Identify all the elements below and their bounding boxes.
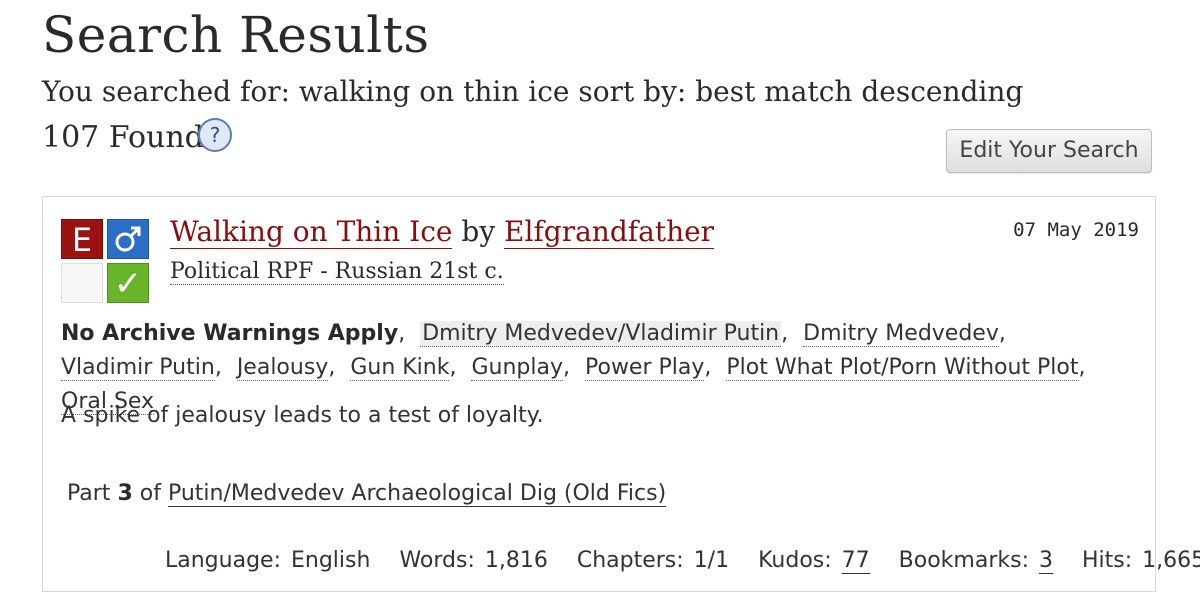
tag-separator: , bbox=[781, 321, 789, 346]
tag-warning[interactable]: No Archive Warnings Apply bbox=[61, 321, 398, 346]
bookmarks-label: Bookmarks: bbox=[898, 548, 1029, 573]
words-value: 1,816 bbox=[484, 548, 548, 573]
chapters-label: Chapters: bbox=[576, 548, 684, 573]
language-value: English bbox=[290, 548, 371, 573]
tag-separator: , bbox=[328, 355, 336, 380]
hits-label: Hits: bbox=[1082, 548, 1133, 573]
language-label: Language: bbox=[165, 548, 281, 573]
date-stamp: 07 May 2019 bbox=[1013, 219, 1139, 241]
chapters-value: 1/1 bbox=[693, 548, 730, 573]
tag-separator: , bbox=[398, 321, 406, 346]
of-label: of bbox=[139, 481, 161, 506]
author-link[interactable]: Elfgrandfather bbox=[504, 215, 715, 249]
tag-separator: , bbox=[449, 355, 457, 380]
tag-separator: , bbox=[998, 321, 1006, 346]
tag-relationship[interactable]: Dmitry Medvedev/Vladimir Putin bbox=[420, 321, 782, 347]
work-summary: A spike of jealousy leads to a test of l… bbox=[61, 403, 544, 428]
kudos-label: Kudos: bbox=[758, 548, 832, 573]
results-count: 107 Found bbox=[42, 120, 204, 155]
series-part-number: 3 bbox=[117, 481, 133, 506]
tag-separator: , bbox=[704, 355, 712, 380]
tag-character[interactable]: Vladimir Putin bbox=[61, 355, 215, 381]
search-summary: You searched for: walking on thin ice so… bbox=[42, 75, 1024, 108]
words-label: Words: bbox=[399, 548, 475, 573]
tag-freeform[interactable]: Jealousy bbox=[236, 355, 329, 381]
tag-freeform[interactable]: Gun Kink bbox=[350, 355, 450, 381]
help-icon[interactable]: ? bbox=[198, 118, 232, 152]
work-heading: Walking on Thin Ice by Elfgrandfather bbox=[170, 215, 715, 249]
fandom-link[interactable]: Political RPF - Russian 21st c. bbox=[170, 259, 504, 285]
stats-row: Language: English Words: 1,816 Chapters: 1/… bbox=[165, 548, 1200, 574]
tag-freeform[interactable]: Gunplay bbox=[471, 355, 563, 381]
bookmarks-link[interactable]: 3 bbox=[1039, 548, 1053, 574]
kudos-link[interactable]: 77 bbox=[841, 548, 870, 574]
male-symbol-glyph bbox=[115, 226, 141, 252]
tag-freeform[interactable]: Power Play bbox=[585, 355, 705, 381]
tag-separator: , bbox=[1078, 355, 1086, 380]
work-blurb: E ✓ Walking on Thin Ice by Elfgrandfathe… bbox=[42, 196, 1200, 592]
tag-separator: , bbox=[563, 355, 570, 380]
rating-explicit-icon[interactable]: E bbox=[61, 219, 103, 259]
part-label: Part bbox=[67, 481, 111, 506]
tag-character[interactable]: Dmitry Medvedev bbox=[803, 321, 999, 347]
blank-warning-icon[interactable] bbox=[61, 263, 103, 303]
tag-separator: , bbox=[214, 355, 222, 380]
series-info: Part 3 of Putin/Medvedev Archaeological … bbox=[67, 481, 667, 507]
hits-value: 1,665 bbox=[1142, 548, 1200, 573]
by-label: by bbox=[461, 215, 496, 248]
tag-freeform[interactable]: Plot What Plot/Porn Without Plot bbox=[726, 355, 1079, 381]
male-symbol-icon[interactable] bbox=[107, 219, 149, 259]
series-link[interactable]: Putin/Medvedev Archaeological Dig (Old F… bbox=[167, 481, 667, 507]
work-title-link[interactable]: Walking on Thin Ice bbox=[170, 215, 453, 249]
page-title: Search Results bbox=[42, 6, 430, 64]
edit-search-button[interactable]: Edit Your Search bbox=[946, 129, 1152, 173]
checkmark-icon[interactable]: ✓ bbox=[107, 263, 149, 304]
